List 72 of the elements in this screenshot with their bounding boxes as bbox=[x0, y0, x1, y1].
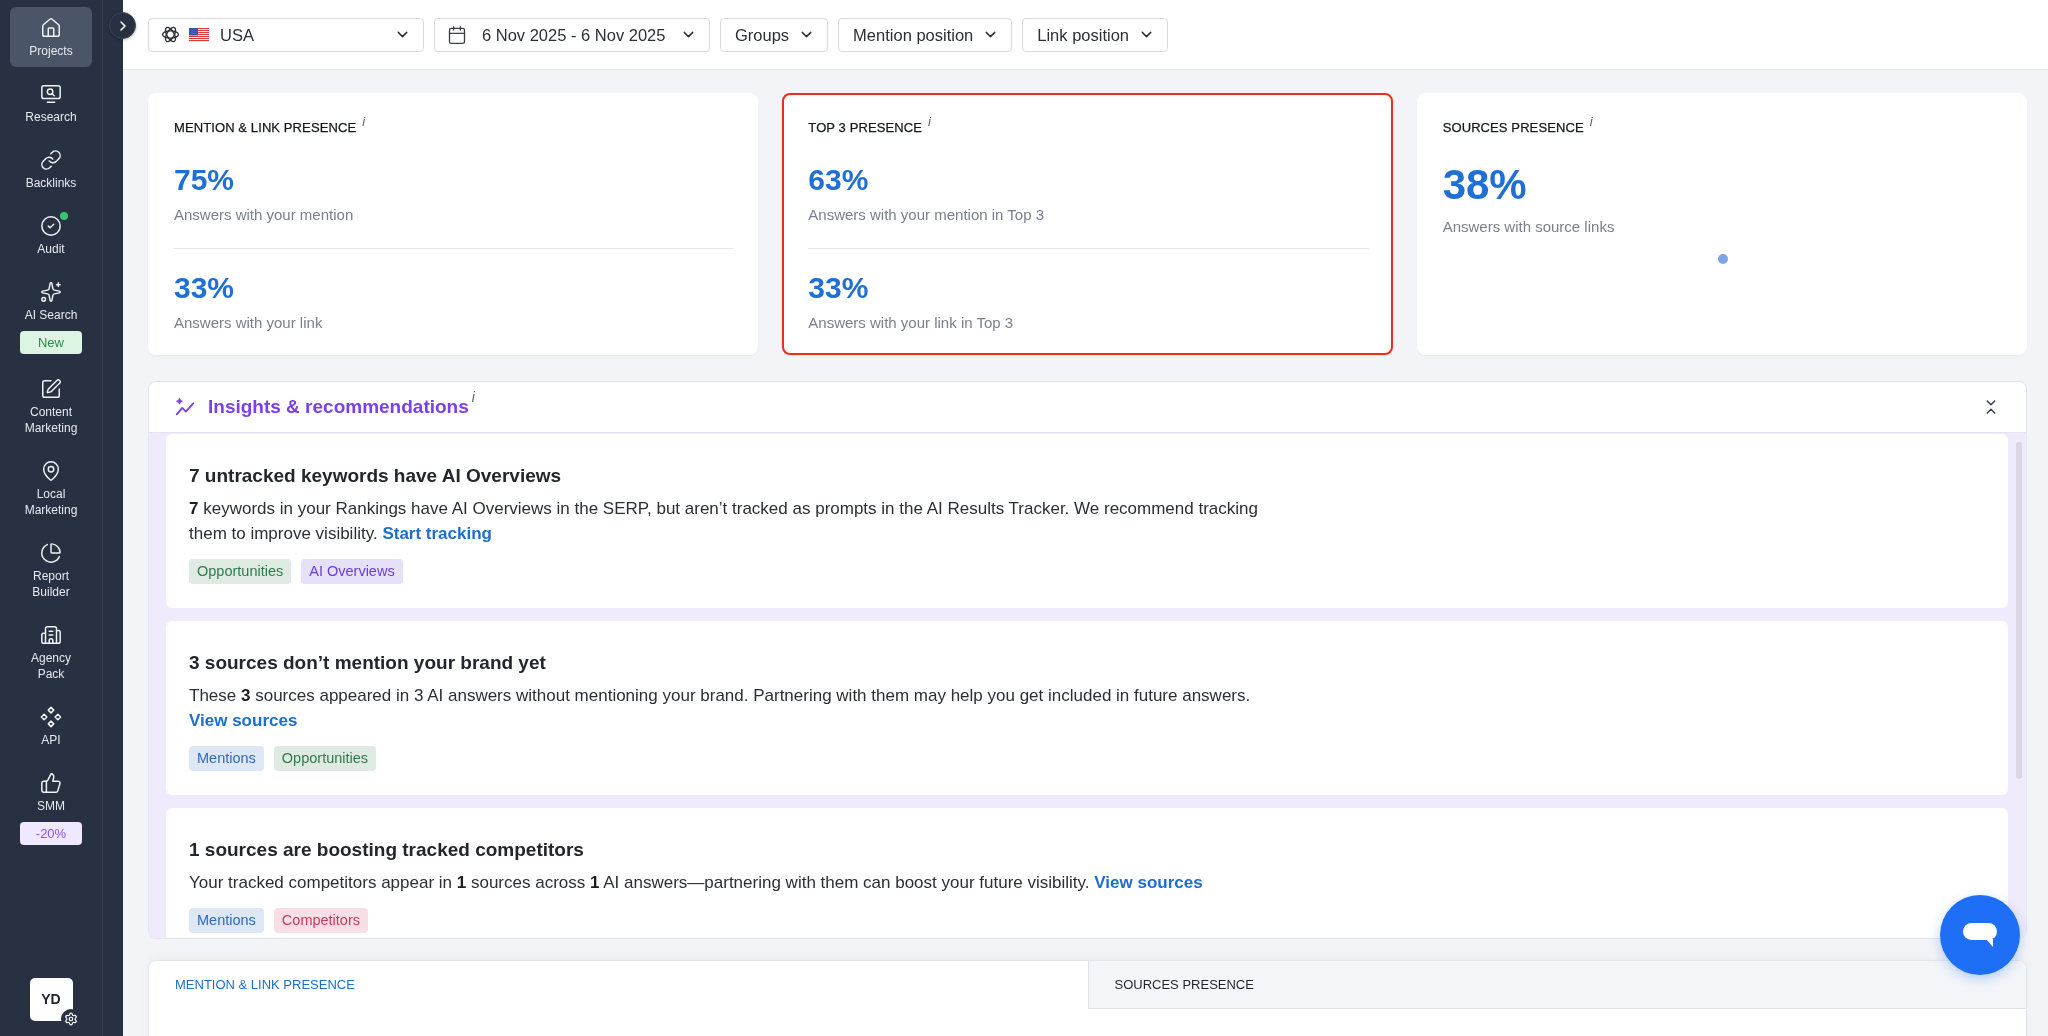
metric-value: 75% bbox=[174, 162, 236, 198]
user-avatar[interactable]: YD bbox=[29, 978, 73, 1021]
insight-description: These 3 sources appeared in 3 AI answers without mentioning your brand. Partnering with them may help you get included in future answers. View sources bbox=[189, 685, 1252, 732]
category-tag: Opportunities bbox=[189, 559, 292, 584]
sidebar-item[interactable]: Projects bbox=[10, 7, 92, 67]
sidebar-item[interactable]: Backlinks bbox=[10, 139, 92, 199]
category-tag: Mentions bbox=[189, 746, 264, 771]
metric-label: Answers with your mention in Top 3 bbox=[808, 206, 1045, 224]
filter-dropdown[interactable]: Groups bbox=[720, 17, 829, 52]
panel-title: Insights & recommendations bbox=[208, 395, 469, 419]
building-icon bbox=[40, 624, 62, 646]
card-title: TOP 3 PRESENCE bbox=[808, 120, 922, 136]
info-hint[interactable]: i bbox=[471, 391, 475, 403]
logo-icon bbox=[161, 25, 180, 44]
category-tag: Competitors bbox=[273, 908, 368, 933]
category-tag: Opportunities bbox=[273, 746, 377, 771]
pie-chart-icon bbox=[40, 542, 62, 564]
pen-square-icon bbox=[40, 378, 62, 400]
new-badge: New bbox=[20, 331, 82, 354]
sidebar-item[interactable]: Report Builder bbox=[10, 532, 92, 608]
chat-bubble-icon bbox=[1963, 922, 1997, 948]
sidebar-item[interactable]: Agency Pack bbox=[10, 614, 92, 690]
tab[interactable]: SOURCES PRESENCE bbox=[1087, 961, 2026, 1009]
thumbs-up-icon bbox=[40, 772, 62, 794]
map-pin-icon bbox=[40, 460, 62, 482]
metric-label: Answers with your mention bbox=[174, 206, 355, 224]
sidebar-item[interactable]: Local Marketing bbox=[10, 450, 92, 526]
action-link[interactable]: View sources bbox=[189, 711, 298, 730]
metric-value: 38% bbox=[1442, 160, 1528, 210]
insight-title: 7 untracked keywords have AI Overviews bbox=[189, 464, 563, 488]
date-range-dropdown[interactable]: 6 Nov 2025 - 6 Nov 2025 bbox=[434, 17, 710, 52]
info-hint[interactable]: i bbox=[927, 116, 931, 128]
metric-label: Answers with your link bbox=[174, 314, 324, 332]
card-title: MENTION & LINK PRESENCE bbox=[174, 120, 357, 136]
country-dropdown[interactable]: USA bbox=[148, 17, 424, 52]
sidebar-item[interactable]: SMM bbox=[10, 762, 92, 822]
insight-title: 1 sources are boosting tracked competitors bbox=[189, 838, 585, 862]
metric-value: 33% bbox=[808, 270, 870, 306]
card-title: SOURCES PRESENCE bbox=[1442, 120, 1584, 136]
dot-icon bbox=[1717, 254, 1728, 264]
monitor-search-icon bbox=[40, 83, 62, 105]
filter-dropdown[interactable]: Mention position bbox=[838, 17, 1013, 52]
insight-description: 7 keywords in your Rankings have AI Overviews in the SERP, but aren’t tracked as prompts in the AI Results Tracker. We recommend tracking them to improve visibility. Start tracking bbox=[189, 498, 1259, 545]
info-hint[interactable]: i bbox=[362, 116, 366, 128]
filter-dropdown[interactable]: Link position bbox=[1022, 17, 1168, 52]
action-link[interactable]: View sources bbox=[1094, 873, 1203, 892]
diamond-dots-icon bbox=[40, 706, 62, 728]
sidebar-item[interactable]: Research bbox=[10, 73, 92, 133]
metric-label: Answers with your link in Top 3 bbox=[808, 314, 1015, 332]
check-circle-icon bbox=[40, 215, 62, 237]
house-icon bbox=[40, 17, 62, 39]
discount-badge: -20% bbox=[20, 822, 82, 845]
sidebar-item[interactable]: Audit bbox=[10, 205, 92, 265]
insight-description: Your tracked competitors appear in 1 sources across 1 AI answers—partnering with them can boost your future visibility. View sources bbox=[189, 872, 1204, 894]
scrollbar-thumb[interactable] bbox=[2016, 442, 2022, 779]
insight-title: 3 sources don’t mention your brand yet bbox=[189, 651, 547, 675]
category-tag: AI Overviews bbox=[301, 559, 403, 584]
metric-value: 33% bbox=[174, 270, 236, 306]
link-icon bbox=[40, 149, 62, 171]
action-link[interactable]: Start tracking bbox=[382, 524, 492, 543]
metric-label: Answers with source links bbox=[1442, 218, 1616, 236]
sidebar-item[interactable]: API bbox=[10, 696, 92, 756]
sparkles-icon bbox=[40, 281, 62, 303]
info-hint[interactable]: i bbox=[1589, 116, 1593, 128]
calendar-icon bbox=[447, 24, 467, 45]
metric-value: 63% bbox=[808, 162, 870, 198]
category-tag: Mentions bbox=[189, 908, 264, 933]
sidebar-item[interactable]: AI Search bbox=[10, 271, 92, 331]
tab[interactable]: MENTION & LINK PRESENCE bbox=[149, 961, 1088, 1009]
sidebar-item[interactable]: Content Marketing bbox=[10, 368, 92, 444]
flag-icon bbox=[189, 27, 209, 42]
trend-sparkle-icon bbox=[174, 396, 196, 418]
